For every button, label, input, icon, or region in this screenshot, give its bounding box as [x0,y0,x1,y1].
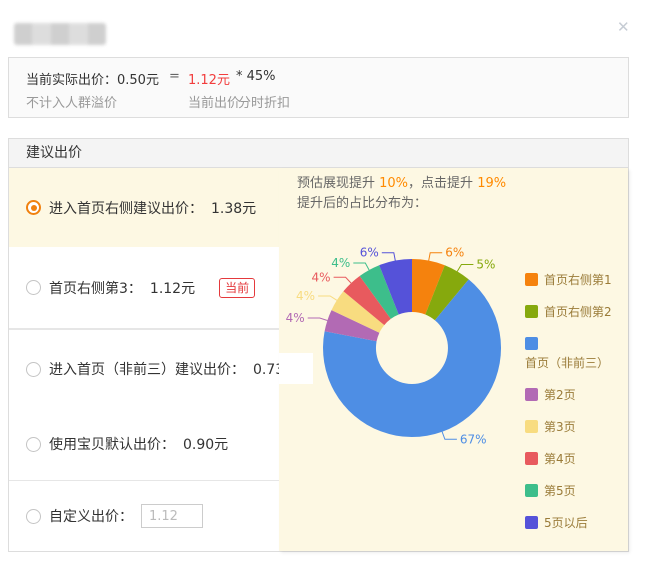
option-custom-bid[interactable]: 自定义出价： [9,481,279,551]
equals-sign: = [169,69,180,84]
current-badge: 当前 [219,278,255,298]
pie-label-line [442,432,457,440]
option-value: 1.38元 [211,198,256,218]
bid-options-list: 进入首页右侧建议出价： 1.38元 首页右侧第3： 1.12元 当前 进入首页（… [9,168,279,551]
pie-percent-label: 4% [331,256,350,270]
radio-selected-icon[interactable] [26,200,41,215]
legend-label: 首页（非前三） [525,356,609,370]
legend-label: 第5页 [544,484,576,498]
pie-percent-label: 6% [445,246,464,260]
footnote-time-discount: 分时折扣 [238,92,290,111]
legend-swatch [525,516,538,529]
option-label: 使用宝贝默认出价： [49,434,175,454]
pie-label-line [429,253,443,261]
panel-title: 建议出价 [9,139,628,168]
discount-multiplier: * 45% [236,69,276,84]
legend-label: 5页以后 [544,516,588,530]
legend-label: 第3页 [544,420,576,434]
actual-bid-label: 当前实际出价：0.50元 [26,69,159,88]
pie-label-line [318,296,337,300]
legend-item-第3页[interactable]: 第3页 [525,418,624,437]
bid-suggestion-dialog: ✕ 当前实际出价：0.50元 = 1.12元 * 45% 不计入人群溢价 当前出… [0,0,654,576]
pie-label-line [353,263,369,270]
pie-label-line [457,265,473,272]
close-icon[interactable]: ✕ [617,20,630,35]
radio-icon[interactable] [26,280,41,295]
legend-label: 首页右侧第1 [544,273,612,287]
forecast-chart-panel: 预估展现提升 10%，点击提升 19% 提升后的占比分布为： 6%5%67%4%… [279,168,628,551]
pie-percent-label: 4% [286,311,305,325]
pie-percent-label: 6% [360,246,379,260]
legend-item-5页以后[interactable]: 5页以后 [525,514,624,533]
chart-legend: 首页右侧第1 首页右侧第2 首页（非前三） 第2页第3页第4页第5页 5页以后 [525,271,624,533]
legend-item-第4页[interactable]: 第4页 [525,450,624,469]
legend-item-首页右侧第2[interactable]: 首页右侧第2 [525,303,624,322]
pie-percent-label: 5% [476,258,495,272]
legend-swatch [525,305,538,318]
option-value: 0.90元 [183,434,228,454]
option-label: 进入首页右侧建议出价： [49,198,203,218]
pie-percent-label: 4% [296,289,315,303]
legend-swatch [525,452,538,465]
legend-item-第2页[interactable]: 第2页 [525,386,624,405]
legend-label: 第2页 [544,388,576,402]
legend-swatch [525,420,538,433]
dialog-title-redacted [14,23,106,45]
legend-swatch [525,273,538,286]
option-label: 自定义出价： [49,506,133,526]
custom-bid-input[interactable] [141,504,203,528]
legend-label: 第4页 [544,452,576,466]
option3-overflow-background [279,353,313,384]
pie-percent-label: 4% [312,270,331,284]
pie-percent-label: 67% [460,432,487,446]
option-homepage-right-suggested[interactable]: 进入首页右侧建议出价： 1.38元 [9,168,279,247]
legend-swatch [525,388,538,401]
option-label: 首页右侧第3： [49,278,142,298]
legend-label: 首页右侧第2 [544,305,612,319]
legend-item-首页（非前三）[interactable]: 首页（非前三） [525,335,624,373]
option-item-default-bid[interactable]: 使用宝贝默认出价： 0.90元 [9,408,279,481]
pie-label-line [308,318,328,321]
option-value: 1.12元 [150,278,195,298]
footnote-current-bid: 当前出价 [188,92,240,111]
legend-swatch [525,484,538,497]
current-bid-summary-bar: 当前实际出价：0.50元 = 1.12元 * 45% 不计入人群溢价 当前出价 … [8,57,629,118]
suggestion-panel: 建议出价 进入首页右侧建议出价： 1.38元 首页右侧第3： 1.12元 当前 … [8,138,629,552]
footnote-exclude-crowd: 不计入人群溢价 [26,92,117,111]
radio-icon[interactable] [26,362,41,377]
current-bid-value: 1.12元 [188,69,230,88]
option-homepage-not-top3[interactable]: 进入首页（非前三）建议出价： 0.73元 [9,329,279,408]
pie-label-line [334,277,352,283]
option-homepage-right-3rd[interactable]: 首页右侧第3： 1.12元 当前 [9,247,279,329]
radio-icon[interactable] [26,509,41,524]
radio-icon[interactable] [26,437,41,452]
pie-label-line [382,253,396,261]
legend-item-第5页[interactable]: 第5页 [525,482,624,501]
legend-swatch [525,337,538,350]
legend-item-首页右侧第1[interactable]: 首页右侧第1 [525,271,624,290]
option-label: 进入首页（非前三）建议出价： [49,359,245,379]
